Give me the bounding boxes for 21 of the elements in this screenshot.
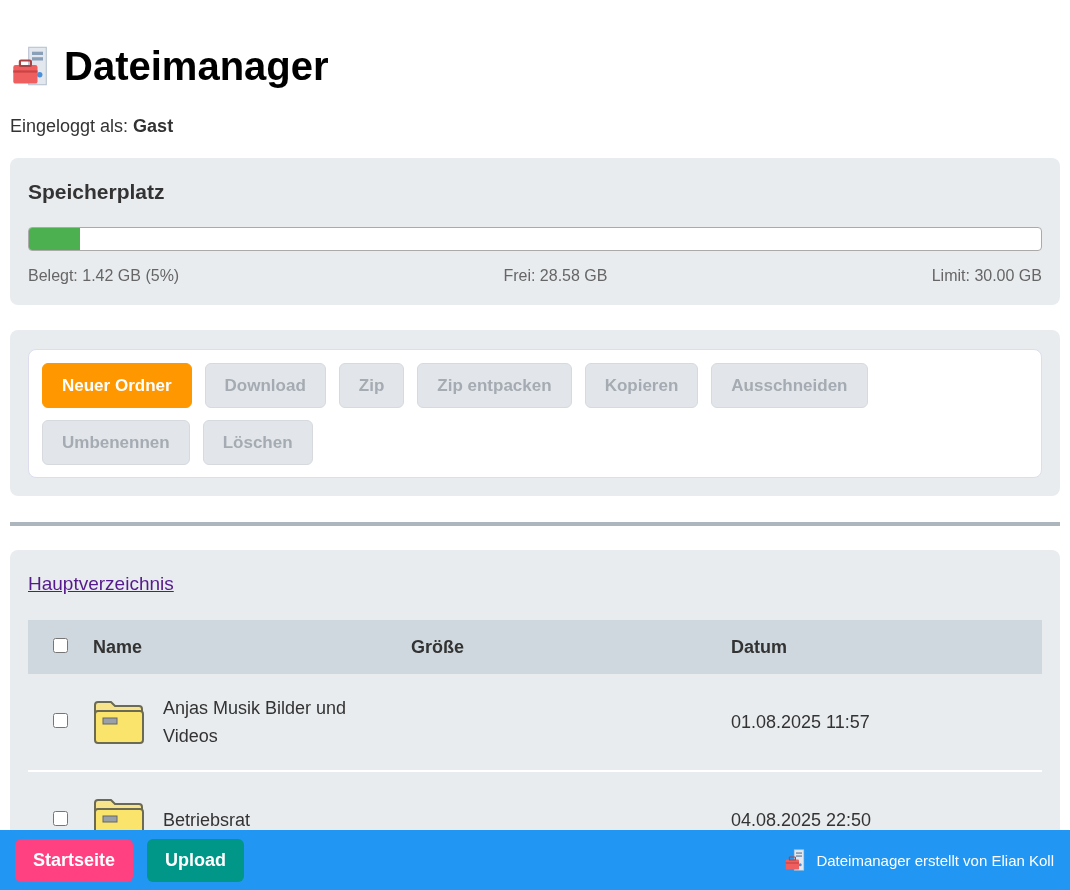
breadcrumb-link[interactable]: Hauptverzeichnis [28, 573, 174, 594]
nav-button[interactable]: Startseite [15, 838, 134, 882]
used-label: Belegt: 1.42 GB (5%) [28, 267, 180, 285]
section-title: Speicherplatz [28, 180, 166, 204]
user-name: Gast [133, 116, 174, 136]
date-cell: 01.08.2025 11:57 [730, 674, 1042, 771]
login-label: Eingeloggt als: [10, 116, 129, 136]
limit-label: Limit: 30.00 GB [931, 267, 1042, 285]
column-header: Größe [410, 620, 730, 674]
row-checkbox[interactable] [52, 712, 68, 728]
action-button[interactable]: Neuer Ordner [42, 363, 192, 408]
file-name[interactable]: Anjas Musik Bilder und Videos [163, 694, 393, 750]
file-name[interactable]: Betriebsrat [163, 806, 393, 834]
page-title: Dateimanager [64, 43, 329, 89]
row-checkbox[interactable] [52, 810, 68, 826]
folder-icon [93, 699, 145, 745]
nav-button[interactable]: Upload [147, 838, 245, 882]
select-all-checkbox[interactable] [52, 637, 68, 653]
free-label: Frei: 28.58 GB [503, 267, 608, 285]
column-header: Name [92, 620, 410, 674]
column-header: Datum [730, 620, 1042, 674]
